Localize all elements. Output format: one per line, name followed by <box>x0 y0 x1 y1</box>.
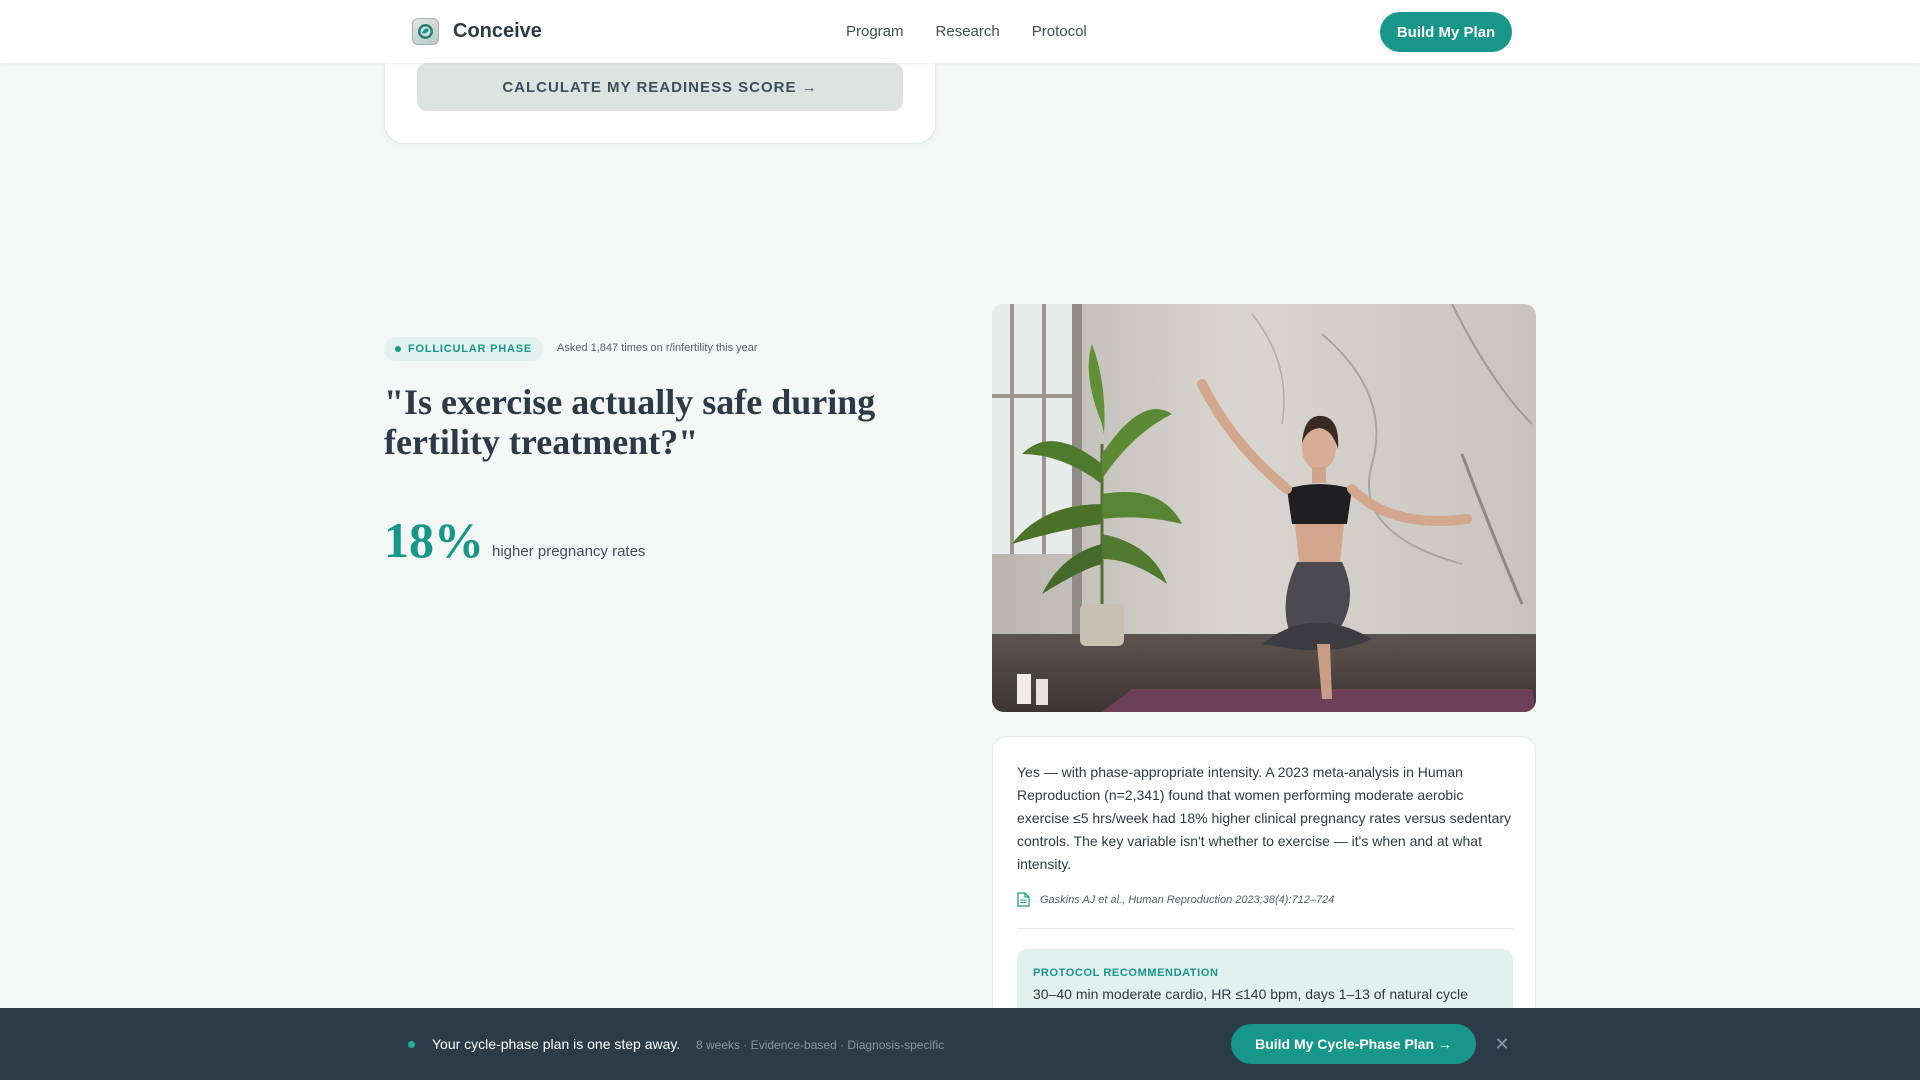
phase-badge-label: FOLLICULAR PHASE <box>408 343 533 355</box>
citation: Gaskins AJ et al., Human Reproduction 20… <box>1017 892 1334 907</box>
calculate-readiness-score-button[interactable]: CALCULATE MY READINESS SCORE → <box>417 63 903 111</box>
question-heading: "Is exercise actually safe during fertil… <box>384 382 876 462</box>
sticky-cta-bar: Your cycle-phase plan is one step away. … <box>0 1008 1920 1080</box>
status-dot <box>408 1041 415 1048</box>
stat-value: 18% <box>384 512 484 568</box>
asked-count-note: Asked 1,847 times on r/infertility this … <box>557 342 758 354</box>
phase-badge: FOLLICULAR PHASE <box>384 337 544 361</box>
top-navbar: Conceive Program Research Protocol Build… <box>0 0 1920 63</box>
nav-links: Program Research Protocol <box>846 23 1119 40</box>
protocol-text: 30–40 min moderate cardio, HR ≤140 bpm, … <box>1033 986 1468 1002</box>
nav-link-research[interactable]: Research <box>936 23 1000 40</box>
phase-dot <box>395 346 401 352</box>
protocol-title: PROTOCOL RECOMMENDATION <box>1033 967 1219 979</box>
stat-label: higher pregnancy rates <box>492 543 646 560</box>
nav-link-protocol[interactable]: Protocol <box>1032 23 1087 40</box>
brand[interactable]: Conceive <box>412 18 542 45</box>
build-cycle-phase-plan-button[interactable]: Build My Cycle-Phase Plan → <box>1231 1024 1476 1064</box>
cta-bar-message: Your cycle-phase plan is one step away. <box>432 1036 681 1052</box>
divider <box>1017 928 1513 929</box>
yoga-photo <box>992 304 1536 712</box>
document-icon <box>1017 892 1030 907</box>
nav-link-program[interactable]: Program <box>846 23 904 40</box>
brand-name: Conceive <box>453 20 542 42</box>
leaf-badge-icon <box>412 18 439 45</box>
close-icon[interactable]: ✕ <box>1492 1034 1512 1054</box>
cta-bar-meta: 8 weeks · Evidence-based · Diagnosis-spe… <box>696 1038 945 1052</box>
answer-text: Yes — with phase-appropriate intensity. … <box>1017 764 1512 872</box>
build-my-plan-button[interactable]: Build My Plan <box>1380 12 1512 52</box>
citation-text[interactable]: Gaskins AJ et al., Human Reproduction 20… <box>1040 894 1334 906</box>
